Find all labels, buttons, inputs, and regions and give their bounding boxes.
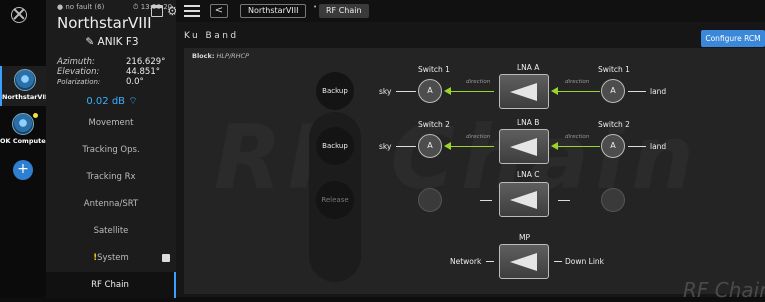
lna-b-title: LNA B [517,118,540,127]
switch-1-right-title: Switch 1 [598,65,630,74]
polarization-label: Polarization: [57,78,101,86]
block-label: Block: HLP/RHCP [192,52,249,60]
mp-block[interactable] [499,244,549,279]
watermark-small: RF Chain [683,278,765,302]
fault-status[interactable]: ● no fault (6) [57,3,104,11]
menu-icon[interactable] [184,5,200,17]
main-content: Ku Band Configure RCM RF Chain RF Chain … [176,22,765,302]
switch-2-left-title: Switch 2 [418,120,450,129]
breadcrumb-separator: • [313,3,318,11]
switch-1-right[interactable]: A [601,79,625,103]
configure-rcm-button[interactable]: Configure RCM [701,30,765,47]
top-bar: < NorthstarVIII • RF Chain [176,0,765,22]
wifi-icon: ⌔ [128,96,138,107]
elevation-label: Elevation: [57,67,100,77]
release-button[interactable]: Release [316,181,354,219]
antenna-icon [14,69,36,91]
nav-system[interactable]: !System [46,245,176,271]
lna-b-block[interactable] [499,129,549,164]
network-label: Network [450,257,482,266]
nav-rf-chain[interactable]: RF Chain [46,272,176,298]
switch-1-left[interactable]: A [418,79,442,103]
nav-system-label: System [97,253,129,263]
badge-icon [162,254,170,262]
terminal-panel: ● no fault (6) ⏱ 13:56:20 NorthstarVIII … [46,0,176,298]
sky-label: sky [379,142,392,151]
switch-1-left-title: Switch 1 [418,65,450,74]
nav-antenna-srt[interactable]: Antenna/SRT [46,191,176,217]
azimuth-label: Azimuth: [57,57,95,67]
direction-label: direction [466,134,491,140]
status-dot [33,113,38,118]
lna-c-title: LNA C [517,170,540,179]
nav-tracking-ops[interactable]: Tracking Ops. [46,137,176,163]
terminal-ok-computer[interactable]: OK Computer [0,110,46,150]
back-button[interactable]: < [210,4,228,18]
direction-label: direction [466,79,491,85]
page-title: Ku Band [184,31,239,41]
switch-2-right-title: Switch 2 [598,120,630,129]
satellite-name: ✎ ANIK F3 [85,36,139,48]
switch-2-left[interactable]: A [418,134,442,158]
lna-c-block[interactable] [499,182,549,217]
antenna-position: Azimuth: 216.629° Elevation: 44.851° Polar… [57,57,172,87]
switch-2-right[interactable]: A [601,134,625,158]
direction-label: direction [565,79,590,85]
mp-title: MP [519,233,530,242]
add-terminal-button[interactable]: + [13,160,33,180]
elevation-value: 44.851° [126,67,160,77]
terminal-label: OK Computer [0,137,46,145]
nav-movement[interactable]: Movement [46,110,176,136]
calendar-icon[interactable] [151,5,163,17]
switch-3-left-empty [418,188,442,212]
breadcrumb-terminal[interactable]: NorthstarVIII [240,4,307,18]
direction-label: direction [565,134,590,140]
signal-level: 0.02 dB ⌔ [86,96,138,107]
app-logo-icon[interactable] [11,7,27,23]
terminal-northstar[interactable]: NorthstarVIII [0,66,48,106]
antenna-icon [12,113,34,135]
terminal-label: NorthstarVIII [2,93,48,101]
nav-satellite[interactable]: Satellite [46,218,176,244]
nav-tracking-rx[interactable]: Tracking Rx [46,164,176,190]
terminal-rail: NorthstarVIII OK Computer + [0,0,48,297]
backup-button-1[interactable]: Backup [316,72,354,110]
sky-label: sky [379,87,392,96]
land-label: land [650,142,667,151]
backup-button-2[interactable]: Backup [316,127,354,165]
land-label: land [650,87,667,96]
polarization-value: 0.0° [126,77,144,87]
lna-a-title: LNA A [517,63,540,72]
azimuth-value: 216.629° [126,57,166,67]
breadcrumb-current: RF Chain [319,4,369,18]
downlink-label: Down Link [565,257,604,266]
lna-a-block[interactable] [499,74,549,109]
rf-chain-card: RF Chain RF Chain Block: HLP/RHCP Backup… [184,48,765,302]
switch-3-right-empty [601,188,625,212]
terminal-name: NorthstarVIII [57,14,152,32]
